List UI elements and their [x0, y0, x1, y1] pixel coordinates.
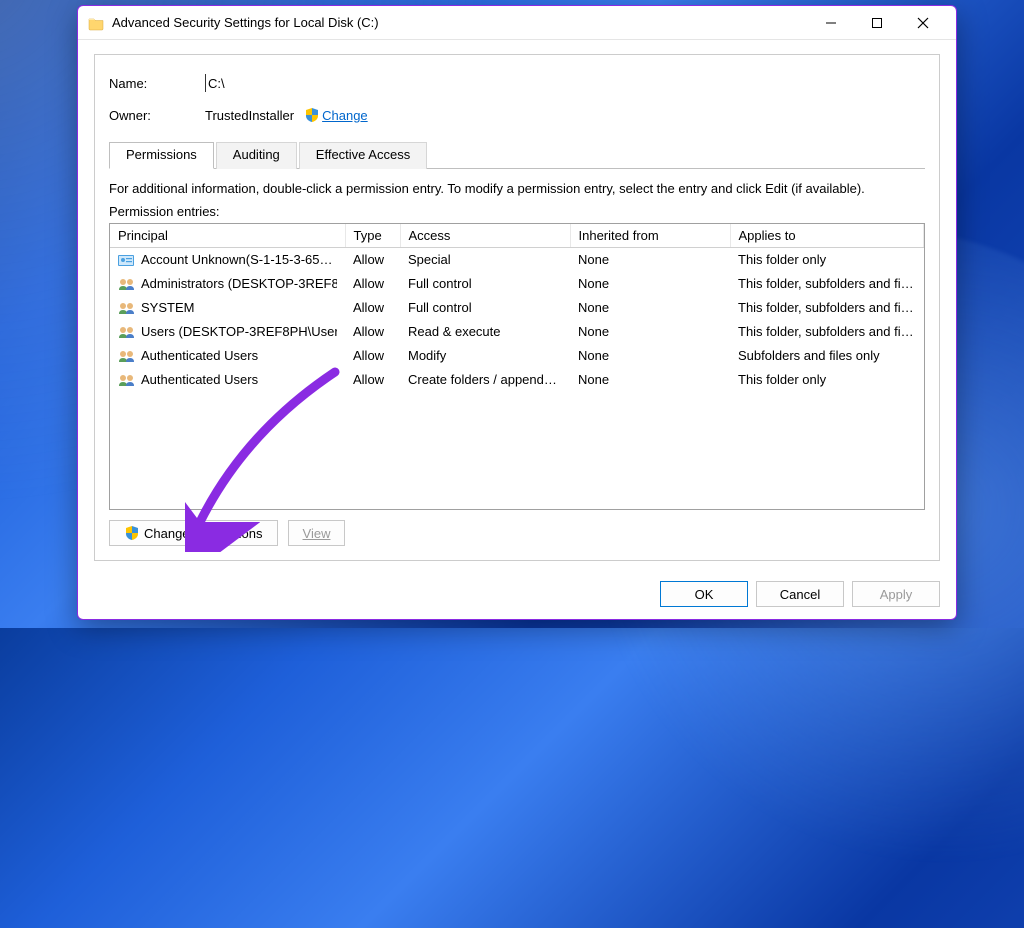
type-cell: Allow — [345, 272, 400, 296]
maximize-button[interactable] — [854, 8, 900, 38]
principal-cell: Account Unknown(S-1-15-3-65… — [141, 252, 332, 267]
table-row[interactable]: Users (DESKTOP-3REF8PH\Users) AllowRead &… — [110, 320, 924, 344]
info-text: For additional information, double-click… — [109, 181, 925, 196]
type-cell: Allow — [345, 344, 400, 368]
access-cell: Full control — [400, 272, 570, 296]
access-cell: Full control — [400, 296, 570, 320]
table-row[interactable]: Authenticated Users AllowModifyNoneSubfol… — [110, 344, 924, 368]
name-field[interactable] — [205, 74, 605, 92]
principal-cell: Authenticated Users — [141, 372, 258, 387]
applies-cell: This folder only — [730, 368, 924, 392]
name-label: Name: — [109, 76, 205, 91]
entries-label: Permission entries: — [109, 204, 925, 219]
applies-cell: This folder only — [730, 248, 924, 272]
access-cell: Special — [400, 248, 570, 272]
table-row[interactable]: Administrators (DESKTOP-3REF8… AllowFull … — [110, 272, 924, 296]
titlebar: Advanced Security Settings for Local Dis… — [78, 6, 956, 40]
col-inherited[interactable]: Inherited from — [570, 224, 730, 248]
table-row[interactable]: Account Unknown(S-1-15-3-65… AllowSpecial… — [110, 248, 924, 272]
col-principal[interactable]: Principal — [110, 224, 345, 248]
view-button-label: View — [303, 526, 331, 541]
tab-effective-access[interactable]: Effective Access — [299, 142, 427, 169]
security-settings-window: Advanced Security Settings for Local Dis… — [77, 5, 957, 620]
principal-cell: Users (DESKTOP-3REF8PH\Users) — [141, 324, 337, 339]
dialog-button-row: OK Cancel Apply — [78, 571, 956, 619]
principal-cell: Administrators (DESKTOP-3REF8… — [141, 276, 337, 291]
ok-button[interactable]: OK — [660, 581, 748, 607]
shield-icon — [304, 107, 320, 123]
cancel-button[interactable]: Cancel — [756, 581, 844, 607]
permissions-table: Principal Type Access Inherited from App… — [109, 223, 925, 510]
applies-cell: Subfolders and files only — [730, 344, 924, 368]
window-title: Advanced Security Settings for Local Dis… — [112, 15, 800, 30]
col-type[interactable]: Type — [345, 224, 400, 248]
col-access[interactable]: Access — [400, 224, 570, 248]
tab-permissions[interactable]: Permissions — [109, 142, 214, 169]
type-cell: Allow — [345, 248, 400, 272]
tab-auditing[interactable]: Auditing — [216, 142, 297, 169]
inherited-cell: None — [570, 368, 730, 392]
change-permissions-button[interactable]: Change permissions — [109, 520, 278, 546]
inherited-cell: None — [570, 272, 730, 296]
folder-icon — [88, 15, 104, 31]
table-row[interactable]: SYSTEM AllowFull controlNoneThis folder, … — [110, 296, 924, 320]
type-cell: Allow — [345, 320, 400, 344]
type-cell: Allow — [345, 368, 400, 392]
applies-cell: This folder, subfolders and files — [730, 272, 924, 296]
content-frame: Name: Owner: TrustedInstaller Change — [94, 54, 940, 561]
minimize-button[interactable] — [808, 8, 854, 38]
shield-icon — [124, 525, 140, 541]
table-row[interactable]: Authenticated Users AllowCreate folders /… — [110, 368, 924, 392]
change-link-text: Change — [322, 108, 368, 123]
inherited-cell: None — [570, 248, 730, 272]
inherited-cell: None — [570, 296, 730, 320]
col-applies[interactable]: Applies to — [730, 224, 924, 248]
owner-label: Owner: — [109, 108, 205, 123]
principal-cell: SYSTEM — [141, 300, 194, 315]
inherited-cell: None — [570, 344, 730, 368]
owner-value: TrustedInstaller — [205, 108, 294, 123]
change-permissions-label: Change permissions — [144, 526, 263, 541]
applies-cell: This folder, subfolders and files — [730, 320, 924, 344]
view-button[interactable]: View — [288, 520, 346, 546]
inherited-cell: None — [570, 320, 730, 344]
tabstrip: Permissions Auditing Effective Access — [109, 141, 925, 169]
principal-cell: Authenticated Users — [141, 348, 258, 363]
access-cell: Create folders / append… — [400, 368, 570, 392]
change-owner-link[interactable]: Change — [304, 107, 368, 123]
type-cell: Allow — [345, 296, 400, 320]
close-button[interactable] — [900, 8, 946, 38]
applies-cell: This folder, subfolders and files — [730, 296, 924, 320]
apply-button[interactable]: Apply — [852, 581, 940, 607]
access-cell: Modify — [400, 344, 570, 368]
access-cell: Read & execute — [400, 320, 570, 344]
